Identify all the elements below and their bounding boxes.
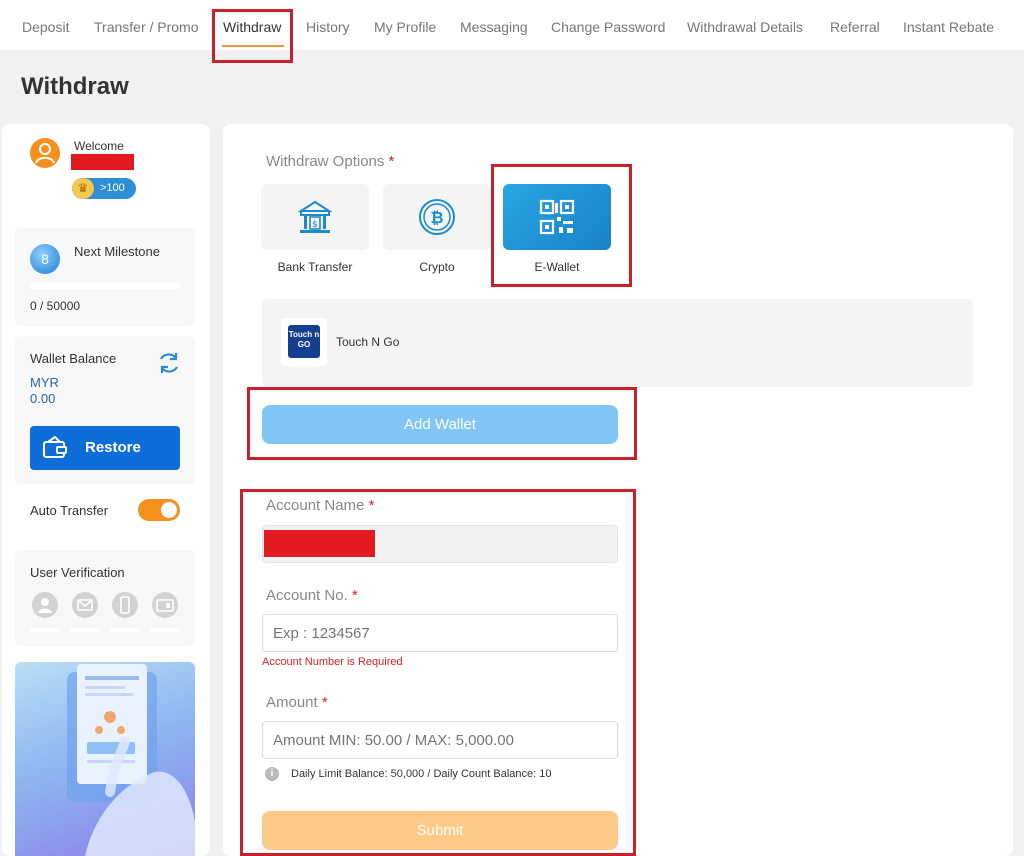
verification-status-bar bbox=[150, 628, 180, 632]
daily-limit-text: Daily Limit Balance: 50,000 / Daily Coun… bbox=[291, 768, 552, 780]
milestone-progress-text: 0 / 50000 bbox=[30, 299, 81, 313]
restore-button[interactable]: Restore bbox=[30, 426, 180, 470]
restore-label: Restore bbox=[85, 439, 141, 456]
amount-input[interactable] bbox=[262, 721, 618, 759]
milestone-label: Next Milestone bbox=[74, 244, 160, 259]
option-bank-transfer[interactable]: $ bbox=[261, 184, 369, 250]
promo-banner[interactable] bbox=[15, 662, 195, 856]
auto-transfer-label: Auto Transfer bbox=[30, 503, 109, 518]
auto-transfer-toggle[interactable] bbox=[138, 499, 180, 521]
user-verification-label: User Verification bbox=[30, 565, 125, 580]
account-no-input[interactable] bbox=[262, 614, 618, 652]
bitcoin-icon: ₿ bbox=[419, 199, 455, 235]
nav-withdraw[interactable]: Withdraw bbox=[223, 19, 281, 35]
nav-withdrawal-details[interactable]: Withdrawal Details bbox=[687, 19, 803, 35]
svg-text:$: $ bbox=[312, 220, 318, 230]
amount-label: Amount * bbox=[266, 694, 328, 711]
vip-badge: ♛ >100 bbox=[72, 178, 136, 199]
page-title: Withdraw bbox=[21, 73, 129, 100]
add-wallet-button[interactable]: Add Wallet bbox=[262, 405, 618, 444]
option-crypto-label: Crypto bbox=[419, 260, 455, 274]
active-tab-underline bbox=[222, 45, 284, 47]
id-card-icon bbox=[152, 592, 178, 618]
nav-change-password[interactable]: Change Password bbox=[551, 19, 665, 35]
nav-referral[interactable]: Referral bbox=[830, 19, 880, 35]
submit-button[interactable]: Submit bbox=[262, 811, 618, 850]
wallet-item-label[interactable]: Touch N Go bbox=[336, 335, 399, 349]
verification-status-bar bbox=[70, 628, 100, 632]
avatar bbox=[30, 138, 60, 168]
nav-transfer-promo[interactable]: Transfer / Promo bbox=[94, 19, 199, 35]
nav-my-profile[interactable]: My Profile bbox=[374, 19, 436, 35]
info-icon: i bbox=[265, 767, 279, 781]
option-crypto[interactable]: ₿ bbox=[383, 184, 491, 250]
nav-deposit[interactable]: Deposit bbox=[22, 19, 69, 35]
option-e-wallet[interactable] bbox=[503, 184, 611, 250]
account-name-label: Account Name * bbox=[266, 497, 375, 514]
user-icon bbox=[35, 143, 55, 164]
vip-badge-text: >100 bbox=[100, 182, 125, 194]
wallet-restore-icon bbox=[43, 436, 67, 458]
account-no-label: Account No. * bbox=[266, 587, 358, 604]
nav-history[interactable]: History bbox=[306, 19, 350, 35]
user-icon bbox=[32, 592, 58, 618]
option-bank-transfer-label: Bank Transfer bbox=[277, 260, 353, 274]
account-no-error: Account Number is Required bbox=[262, 656, 403, 668]
redacted-username bbox=[71, 154, 134, 170]
nav-messaging[interactable]: Messaging bbox=[460, 19, 528, 35]
verification-status-bar bbox=[110, 628, 140, 632]
svg-text:₿: ₿ bbox=[430, 208, 443, 227]
milestone-progress-bar bbox=[30, 283, 180, 289]
toggle-knob bbox=[161, 502, 177, 518]
milestone-level-icon: 8 bbox=[30, 244, 60, 274]
touch-n-go-logo-mark: Touch n GO bbox=[288, 325, 320, 358]
welcome-text: Welcome bbox=[74, 139, 124, 153]
nav-instant-rebate[interactable]: Instant Rebate bbox=[903, 19, 994, 35]
withdraw-options-label: Withdraw Options * bbox=[266, 153, 395, 170]
wallet-balance-label: Wallet Balance bbox=[30, 351, 117, 366]
wallet-amount: 0.00 bbox=[30, 391, 56, 406]
touch-n-go-logo[interactable]: Touch n GO bbox=[281, 318, 327, 366]
mail-icon bbox=[72, 592, 98, 618]
phone-icon bbox=[112, 592, 138, 618]
top-navigation: Deposit Transfer / Promo Withdraw Histor… bbox=[0, 0, 1024, 50]
redacted-account-name bbox=[264, 530, 375, 557]
option-e-wallet-label: E-Wallet bbox=[534, 260, 580, 274]
refresh-icon[interactable] bbox=[156, 350, 182, 376]
wallet-currency: MYR bbox=[30, 375, 59, 390]
bank-icon: $ bbox=[297, 200, 333, 233]
crown-icon: ♛ bbox=[72, 178, 94, 199]
qr-code-icon bbox=[539, 199, 575, 235]
phone-hand-illustration bbox=[67, 664, 195, 856]
verification-status-bar bbox=[30, 628, 60, 632]
